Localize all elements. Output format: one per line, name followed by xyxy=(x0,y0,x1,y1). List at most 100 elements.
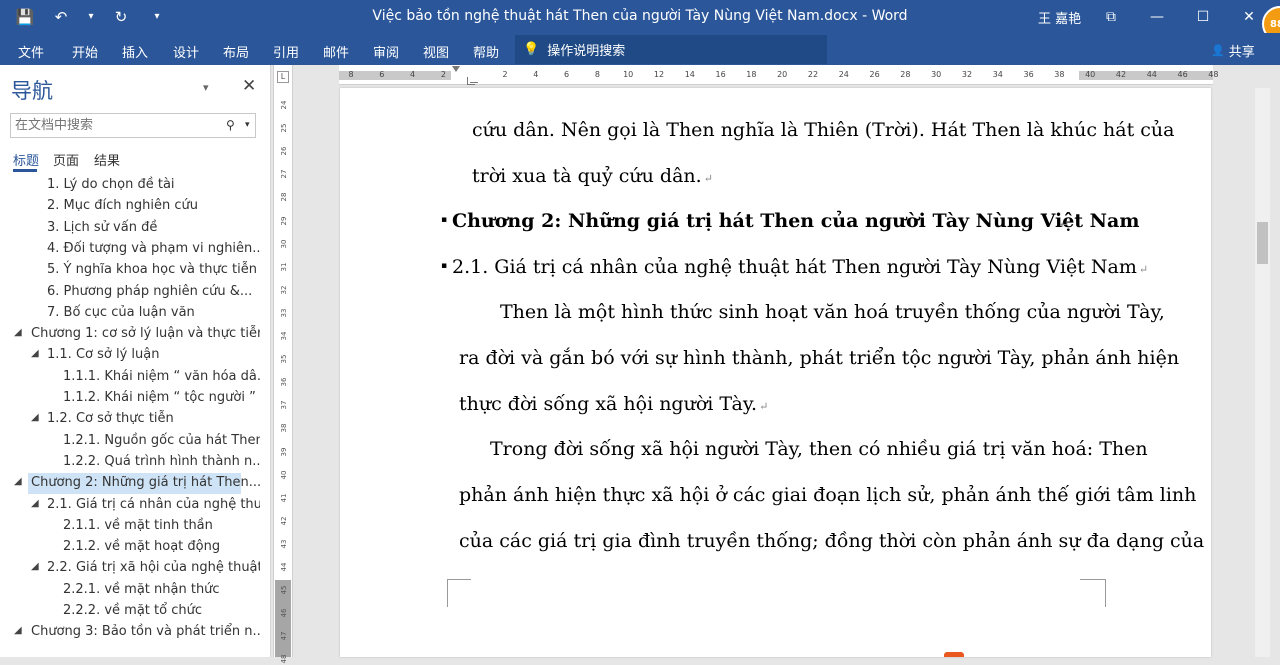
tab-review[interactable]: 审阅 xyxy=(373,42,399,61)
tell-me-label: 操作说明搜索 xyxy=(547,44,626,59)
tab-view[interactable]: 视图 xyxy=(423,42,449,61)
collapse-triangle-icon[interactable]: ◢ xyxy=(14,327,22,338)
outline-item-label: 1.1. Cơ sở lý luận xyxy=(47,347,160,363)
tab-layout[interactable]: 布局 xyxy=(223,42,249,61)
paragraph-bullet: ▪ xyxy=(441,215,448,225)
collapse-triangle-icon[interactable]: ◢ xyxy=(31,348,39,359)
user-name[interactable]: 王 嘉艳 xyxy=(1038,8,1081,27)
paragraph-mark: ↵ xyxy=(1138,263,1149,276)
share-button[interactable]: 👤 共享 xyxy=(1211,41,1255,60)
outline-item[interactable]: ◢ Chương 3: Bảo tồn và phát triển n... xyxy=(0,622,260,643)
ribbon-display-options-icon[interactable]: ⧉ xyxy=(1088,0,1134,33)
vertical-scrollbar[interactable] xyxy=(1255,88,1270,657)
ruler-label: 40 xyxy=(1085,70,1096,79)
vertical-ruler[interactable]: L 24 25 26 27 28 29 30 31 32 33 34 35 36 37 38 39 40 41 42… xyxy=(273,65,293,664)
collapse-triangle-icon[interactable]: ◢ xyxy=(14,625,22,636)
outline-item[interactable]: 2.1.2. về mặt hoạt động xyxy=(0,537,260,558)
outline-item-label: 3. Lịch sử vấn đề xyxy=(47,219,158,235)
doc-line[interactable]: cứu dân. Nên gọi là Then nghĩa là Thiên … xyxy=(472,119,1174,141)
doc-line[interactable]: của các giá trị gia đình truyền thống; đ… xyxy=(459,530,1204,552)
first-line-indent-marker[interactable] xyxy=(452,66,460,72)
outline-item[interactable]: 1.2.1. Nguồn gốc của hát Then xyxy=(0,431,260,452)
doc-line[interactable]: trời xua tà quỷ cứu dân. ↵ xyxy=(472,165,713,187)
tab-results[interactable]: 结果 xyxy=(94,150,120,169)
tab-pages[interactable]: 页面 xyxy=(53,150,79,169)
doc-line[interactable]: Then là một hình thức sinh hoạt văn hoá … xyxy=(500,301,1165,323)
outline-item[interactable]: ◢ 2.1. Giá trị cá nhân của nghệ thu... xyxy=(0,495,260,516)
collapse-triangle-icon[interactable]: ◢ xyxy=(31,498,39,509)
outline-item[interactable]: 1.1.1. Khái niệm “ văn hóa dâ... xyxy=(0,367,260,388)
outline-item-label: 2. Mục đích nghiên cứu xyxy=(47,198,198,214)
paragraph-mark: ↵ xyxy=(703,172,713,185)
doc-line[interactable]: thực đời sống xã hội người Tày. ↵ xyxy=(459,393,768,415)
save-icon[interactable]: 💾 xyxy=(14,8,36,26)
tab-design[interactable]: 设计 xyxy=(173,42,199,61)
maximize-icon[interactable]: ☐ xyxy=(1180,0,1226,33)
redo-icon[interactable]: ↻ xyxy=(110,8,132,26)
tell-me-search[interactable]: 💡 操作说明搜索 xyxy=(515,35,827,64)
outline-item[interactable]: ◢ 2.2. Giá trị xã hội của nghệ thuật... xyxy=(0,558,260,579)
tab-selector-icon[interactable]: L xyxy=(277,71,289,83)
doc-line[interactable]: ra đời và gắn bó với sự hình thành, phát… xyxy=(459,347,1179,369)
ruler-label: 48 xyxy=(1208,70,1219,79)
outline-item[interactable]: 4. Đối tượng và phạm vi nghiên... xyxy=(0,239,260,260)
outline-item[interactable]: 1.2.2. Quá trình hình thành n... xyxy=(0,452,260,473)
outline-item[interactable]: ◢ Chương 1: cơ sở lý luận và thực tiễn xyxy=(0,324,260,345)
outline-item-label: Chương 2: Những giá trị hát Then... xyxy=(31,475,260,491)
doc-line[interactable]: Trong đời sống xã hội người Tày, then có… xyxy=(490,438,1148,460)
ruler-label: 2 xyxy=(502,70,508,79)
search-icon[interactable]: ⚲ xyxy=(226,118,235,132)
scrollbar-thumb[interactable] xyxy=(1257,222,1268,264)
collapse-triangle-icon[interactable]: ◢ xyxy=(31,561,39,572)
tab-help[interactable]: 帮助 xyxy=(473,42,499,61)
outline-item-label: 1. Lý do chọn đề tài xyxy=(47,177,175,192)
outline-item[interactable]: 7. Bố cục của luận văn xyxy=(0,303,260,324)
nav-pane-title: 导航 xyxy=(11,79,53,103)
tab-file[interactable]: 文件 xyxy=(18,42,44,61)
ruler-label: 36 xyxy=(280,377,288,387)
outline-item[interactable]: 2.1.1. về mặt tinh thần xyxy=(0,516,260,537)
outline-item[interactable]: 2. Mục đích nghiên cứu xyxy=(0,196,260,217)
outline-item[interactable]: 3. Lịch sử vấn đề xyxy=(0,218,260,239)
minimize-icon[interactable]: — xyxy=(1134,0,1180,33)
tab-home[interactable]: 开始 xyxy=(72,42,98,61)
outline-item[interactable]: ◢ 1.2. Cơ sở thực tiễn xyxy=(0,409,260,430)
outline-item-label: 2.1.1. về mặt tinh thần xyxy=(63,517,213,533)
nav-options-dropdown-icon[interactable]: ▾ xyxy=(203,81,209,94)
ruler-label: 4 xyxy=(533,70,539,79)
heading-chapter-2[interactable]: Chương 2: Những giá trị hát Then của ngư… xyxy=(452,210,1139,232)
outline-item[interactable]: 2.2.1. về mặt nhận thức xyxy=(0,580,260,601)
collapse-triangle-icon[interactable]: ◢ xyxy=(14,476,22,487)
ruler-label: 35 xyxy=(280,354,288,364)
nav-close-icon[interactable]: ✕ xyxy=(242,76,256,96)
outline-item[interactable]: ◢ 1.1. Cơ sở lý luận xyxy=(0,345,260,366)
outline-item-label: 2.2.1. về mặt nhận thức xyxy=(63,581,220,597)
document-page[interactable] xyxy=(340,88,1211,657)
ruler-label: 38 xyxy=(1054,70,1065,79)
customize-qat-icon[interactable]: ▾ xyxy=(146,11,168,22)
ruler-label: 8 xyxy=(348,70,354,79)
tab-headings[interactable]: 标题 xyxy=(13,150,39,169)
outline-item[interactable]: ◢ Chương 2: Những giá trị hát Then... xyxy=(0,473,260,495)
tab-insert[interactable]: 插入 xyxy=(122,42,148,61)
outline-item[interactable]: 1.1.2. Khái niệm “ tộc người ” xyxy=(0,388,260,409)
tab-mailings[interactable]: 邮件 xyxy=(323,42,349,61)
ruler-label: 8 xyxy=(594,70,600,79)
horizontal-ruler[interactable]: 8 6 4 2 2 4 6 8 10 12 14 16 18 20 22 24 26 28 30 32 34 36 38 40… xyxy=(339,65,1218,85)
undo-dropdown-icon[interactable]: ▾ xyxy=(86,11,96,22)
outline-item[interactable]: 2.2.2. về mặt tổ chức xyxy=(0,601,260,622)
ruler-label: 39 xyxy=(280,447,288,456)
tab-references[interactable]: 引用 xyxy=(273,42,299,61)
doc-line[interactable]: phản ánh hiện thực xã hội ở các giai đoạ… xyxy=(459,484,1196,506)
outline-item[interactable]: 1. Lý do chọn đề tài xyxy=(0,175,260,196)
collapse-triangle-icon[interactable]: ◢ xyxy=(31,412,39,423)
nav-search-input[interactable] xyxy=(10,113,256,138)
undo-icon[interactable]: ↶ xyxy=(50,8,72,26)
ruler-label: 41 xyxy=(280,493,288,503)
outline-item[interactable]: 5. Ý nghĩa khoa học và thực tiễn xyxy=(0,260,260,281)
floating-widget[interactable] xyxy=(944,652,964,657)
outline-item[interactable]: 6. Phương pháp nghiên cứu &... xyxy=(0,282,260,303)
search-options-dropdown-icon[interactable]: ▾ xyxy=(245,120,250,130)
tab-stop-icon[interactable] xyxy=(470,75,478,83)
heading-2-1[interactable]: 2.1. Giá trị cá nhân của nghệ thuật hát … xyxy=(452,256,1148,278)
